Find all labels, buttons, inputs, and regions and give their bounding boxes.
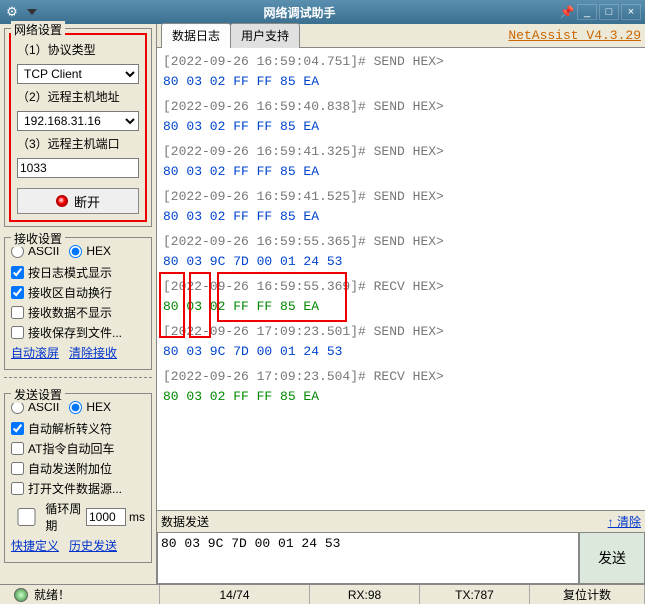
left-column: 网络设置 （1）协议类型 TCP Client （2）远程主机地址 192.16… [0,24,156,584]
log-hex: 80 03 9C 7D 00 01 24 53 [163,252,639,272]
auto-append-checkbox[interactable]: 自动发送附加位 [11,460,145,477]
log-timestamp: [2022-09-26 16:59:55.369]# RECV HEX> [163,277,639,297]
pin-icon[interactable]: 📌 [559,4,575,20]
maximize-button[interactable]: □ [599,4,619,20]
network-group-title: 网络设置 [11,21,65,38]
auto-escape-checkbox[interactable]: 自动解析转义符 [11,420,145,437]
recv-hex-radio[interactable]: HEX [69,244,111,258]
log-timestamp: [2022-09-26 16:59:55.365]# SEND HEX> [163,232,639,252]
right-column: 数据日志 用户支持 NetAssist V4.3.29 [2022-09-26 … [156,24,645,584]
log-entry: [2022-09-26 17:09:23.501]# SEND HEX>80 0… [163,322,639,361]
log-timestamp: [2022-09-26 16:59:40.838]# SEND HEX> [163,97,639,117]
clear-recv-link[interactable]: 清除接收 [69,344,117,361]
log-timestamp: [2022-09-26 17:09:23.504]# RECV HEX> [163,367,639,387]
log-timestamp: [2022-09-26 16:59:04.751]# SEND HEX> [163,52,639,72]
status-count: 14/74 [160,585,310,604]
log-hex: 80 03 9C 7D 00 01 24 53 [163,342,639,362]
log-hex: 80 03 02 FF FF 85 EA [163,207,639,227]
remote-host-label: （2）远程主机地址 [17,88,139,105]
protocol-select[interactable]: TCP Client [17,64,139,84]
remote-port-label: （3）远程主机端口 [17,135,139,152]
log-hex: 80 03 02 FF FF 85 EA [163,297,639,317]
log-entry: [2022-09-26 17:09:23.504]# RECV HEX>80 0… [163,367,639,406]
minimize-button[interactable]: _ [577,4,597,20]
network-group: 网络设置 （1）协议类型 TCP Client （2）远程主机地址 192.16… [4,28,152,227]
cycle-period-row: 循环周期 ms [11,500,145,534]
log-hex: 80 03 02 FF FF 85 EA [163,72,639,92]
main-area: 网络设置 （1）协议类型 TCP Client （2）远程主机地址 192.16… [0,24,645,584]
status-tx: TX:787 [420,585,530,604]
log-area[interactable]: [2022-09-26 16:59:04.751]# SEND HEX>80 0… [157,48,645,510]
send-hex-radio[interactable]: HEX [69,400,111,414]
tab-user-support[interactable]: 用户支持 [230,23,300,48]
settings-icon[interactable]: ⚙ [4,4,20,20]
open-file-checkbox[interactable]: 打开文件数据源... [11,480,145,497]
send-group: 发送设置 ASCII HEX 自动解析转义符 AT指令自动回车 自动发送附加位 … [4,393,152,563]
ready-icon [14,588,28,602]
tab-bar: 数据日志 用户支持 NetAssist V4.3.29 [157,24,645,48]
shortcut-link[interactable]: 快捷定义 [11,537,59,554]
title-bar: ⚙ 网络调试助手 📌 _ □ × [0,0,645,24]
receive-group: 接收设置 ASCII HEX 按日志模式显示 接收区自动换行 接收数据不显示 接… [4,237,152,370]
send-group-title: 发送设置 [11,386,65,403]
send-textarea[interactable]: 80 03 9C 7D 00 01 24 53 [157,532,579,584]
status-bar: 就绪！ 14/74 RX:98 TX:787 复位计数 [0,584,645,604]
disconnect-button[interactable]: 断开 [17,188,139,214]
send-toolbar: 数据发送 ↑ 清除 [157,510,645,532]
log-entry: [2022-09-26 16:59:04.751]# SEND HEX>80 0… [163,52,639,91]
log-entry: [2022-09-26 16:59:55.369]# RECV HEX>80 0… [163,277,639,316]
send-button[interactable]: 发送 [579,532,645,584]
tab-data-log[interactable]: 数据日志 [161,23,231,48]
log-hex: 80 03 02 FF FF 85 EA [163,162,639,182]
protocol-label: （1）协议类型 [17,41,139,58]
history-link[interactable]: 历史发送 [69,537,117,554]
log-entry: [2022-09-26 16:59:40.838]# SEND HEX>80 0… [163,97,639,136]
save-file-checkbox[interactable]: 接收保存到文件... [11,324,145,341]
send-toolbar-label: 数据发送 [161,513,209,530]
auto-wrap-checkbox[interactable]: 接收区自动换行 [11,284,145,301]
divider [4,377,152,378]
network-highlight-box: （1）协议类型 TCP Client （2）远程主机地址 192.168.31.… [9,33,147,222]
log-timestamp: [2022-09-26 16:59:41.325]# SEND HEX> [163,142,639,162]
disconnect-label: 断开 [74,192,100,211]
status-ready: 就绪！ [34,586,70,603]
cycle-label: 循环周期 [45,500,83,534]
close-button[interactable]: × [621,4,641,20]
cycle-unit: ms [129,510,145,524]
log-mode-checkbox[interactable]: 按日志模式显示 [11,264,145,281]
log-entry: [2022-09-26 16:59:55.365]# SEND HEX>80 0… [163,232,639,271]
log-entry: [2022-09-26 16:59:41.525]# SEND HEX>80 0… [163,187,639,226]
log-timestamp: [2022-09-26 17:09:23.501]# SEND HEX> [163,322,639,342]
record-icon [56,195,68,207]
remote-host-select[interactable]: 192.168.31.16 [17,111,139,131]
auto-scroll-link[interactable]: 自动滚屏 [11,344,59,361]
at-cr-checkbox[interactable]: AT指令自动回车 [11,440,145,457]
log-hex: 80 03 02 FF FF 85 EA [163,387,639,407]
cycle-checkbox[interactable] [11,508,42,526]
send-row: 80 03 9C 7D 00 01 24 53 发送 [157,532,645,584]
log-entry: [2022-09-26 16:59:41.325]# SEND HEX>80 0… [163,142,639,181]
clear-send-link[interactable]: ↑ 清除 [608,513,641,530]
receive-group-title: 接收设置 [11,230,65,247]
menu-dropdown-icon[interactable] [24,4,40,20]
hide-recv-checkbox[interactable]: 接收数据不显示 [11,304,145,321]
log-timestamp: [2022-09-26 16:59:41.525]# SEND HEX> [163,187,639,207]
remote-port-input[interactable] [17,158,139,178]
cycle-input[interactable] [86,508,126,526]
version-link[interactable]: NetAssist V4.3.29 [508,28,641,43]
status-rx: RX:98 [310,585,420,604]
window-title: 网络调试助手 [40,4,559,21]
reset-count-button[interactable]: 复位计数 [530,585,645,604]
log-hex: 80 03 02 FF FF 85 EA [163,117,639,137]
